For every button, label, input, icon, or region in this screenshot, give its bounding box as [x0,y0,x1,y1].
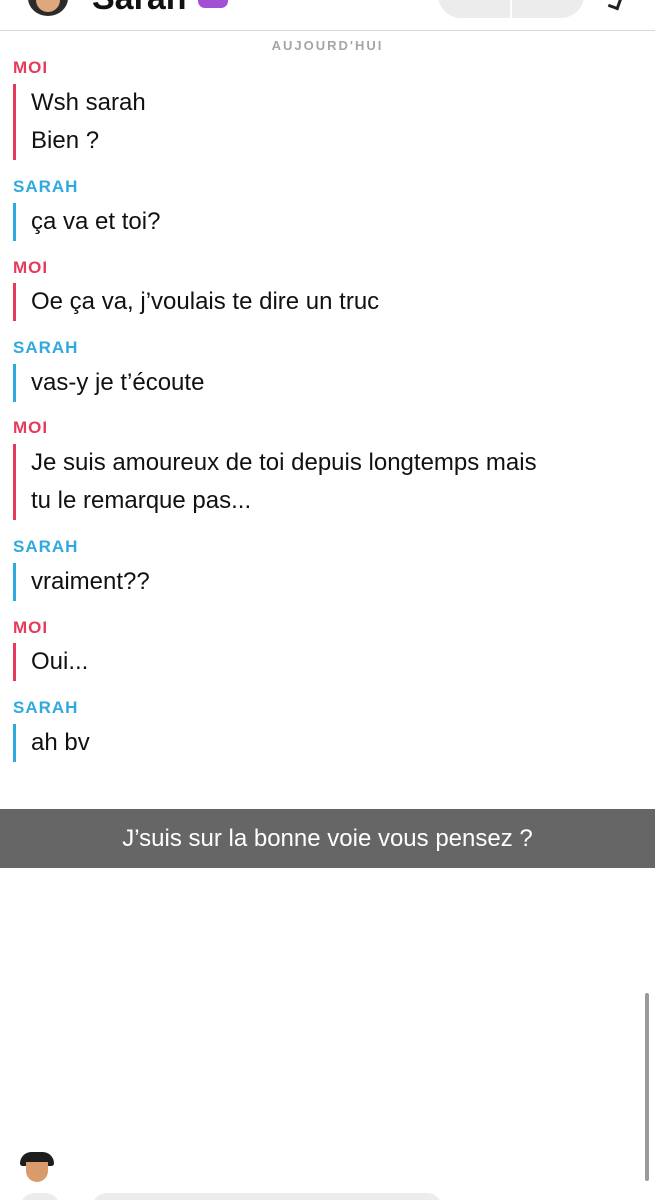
date-separator: AUJOURD'HUI [271,38,384,53]
message-bubble[interactable]: vraiment?? [13,563,150,601]
sender-label: SARAH [13,338,79,357]
bitmoji-avatar-icon[interactable] [16,1152,58,1186]
chevron-right-icon[interactable] [607,0,624,11]
sender-label: MOI [13,58,49,77]
message-line: Wsh sarah [31,89,146,116]
message-line: Je suis amoureux de toi depuis longtemps… [31,449,537,476]
message-line: vas-y je t’écoute [31,369,205,396]
contact-name[interactable]: Sarah [92,0,187,18]
avatar-face [26,1162,48,1182]
message-line: ah bv [31,729,90,756]
chat-header: Sarah [0,0,655,31]
message-bubble[interactable]: ah bv [13,724,90,762]
message-line: Oui... [31,648,89,675]
call-actions [438,0,584,18]
message-bubble[interactable]: Je suis amoureux de toi depuis longtemps… [13,444,537,520]
sender-label: SARAH [13,698,79,717]
sender-label: MOI [13,618,49,637]
message-line: Oe ça va, j’voulais te dire un truc [31,288,380,315]
message-bubble[interactable]: ça va et toi? [13,203,160,241]
message-bubble[interactable]: Oui... [13,643,88,681]
message-bubble[interactable]: Oe ça va, j’voulais te dire un truc [13,283,379,321]
sender-label: MOI [13,258,49,277]
scrollbar[interactable] [645,993,649,1181]
message-line: ça va et toi? [31,208,161,235]
contact-avatar[interactable] [28,0,68,16]
message-line: tu le remarque pas... [31,487,252,514]
bitmoji-badge-icon [198,0,228,8]
message-input[interactable] [92,1193,442,1200]
message-line: Bien ? [31,127,100,154]
camera-button[interactable] [20,1193,60,1200]
sender-label: SARAH [13,537,79,556]
sender-label: MOI [13,418,49,437]
message-bubble[interactable]: vas-y je t’écoute [13,364,204,402]
message-line: vraiment?? [31,568,150,595]
sender-label: SARAH [13,177,79,196]
snap-caption: J’suis sur la bonne voie vous pensez ? [0,809,655,868]
message-bubble[interactable]: Wsh sarah Bien ? [13,84,146,160]
call-actions-divider [510,0,512,18]
chat-screen: Sarah AUJOURD'HUI MOI Wsh sarah Bien ? S… [0,0,655,1200]
